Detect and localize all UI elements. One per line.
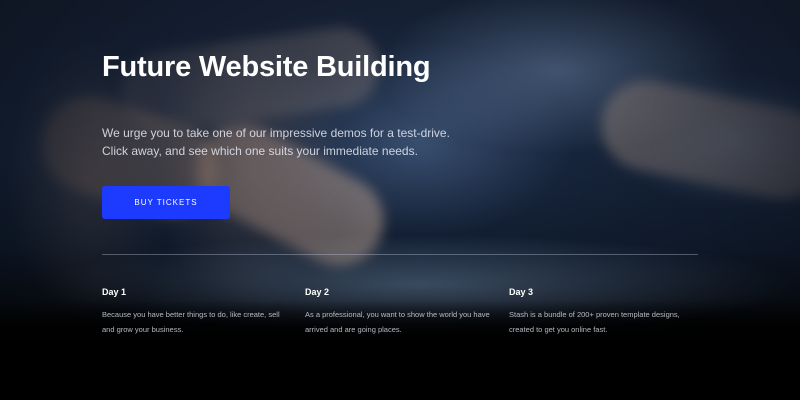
day-column-1: Day 1 Because you have better things to … [102, 287, 297, 337]
hero-subtitle: We urge you to take one of our impressiv… [102, 124, 502, 160]
day-title: Day 3 [509, 287, 534, 297]
day-description-line-1: As a professional, you want to show the … [305, 310, 490, 319]
day-title: Day 1 [102, 287, 127, 297]
hero-content: Future Website Building We urge you to t… [0, 0, 800, 400]
day-description-line-1: Because you have better things to do, li… [102, 310, 280, 319]
day-description: As a professional, you want to show the … [305, 307, 500, 337]
day-column-2: Day 2 As a professional, you want to sho… [305, 287, 500, 337]
hero-subtitle-line-1: We urge you to take one of our impressiv… [102, 126, 450, 140]
hero-subtitle-line-2: Click away, and see which one suits your… [102, 144, 418, 158]
section-divider [102, 254, 698, 255]
day-title: Day 2 [305, 287, 330, 297]
day-description-line-2: created to get you online fast. [509, 325, 608, 334]
day-description-line-2: arrived and are going places. [305, 325, 402, 334]
hero-section: Future Website Building We urge you to t… [0, 0, 800, 400]
day-description: Stash is a bundle of 200+ proven templat… [509, 307, 704, 337]
day-column-3: Day 3 Stash is a bundle of 200+ proven t… [509, 287, 704, 337]
day-description-line-1: Stash is a bundle of 200+ proven templat… [509, 310, 680, 319]
day-description: Because you have better things to do, li… [102, 307, 297, 337]
buy-tickets-button[interactable]: BUY TICKETS [102, 186, 230, 219]
day-description-line-2: and grow your business. [102, 325, 184, 334]
hero-title: Future Website Building [102, 51, 431, 83]
